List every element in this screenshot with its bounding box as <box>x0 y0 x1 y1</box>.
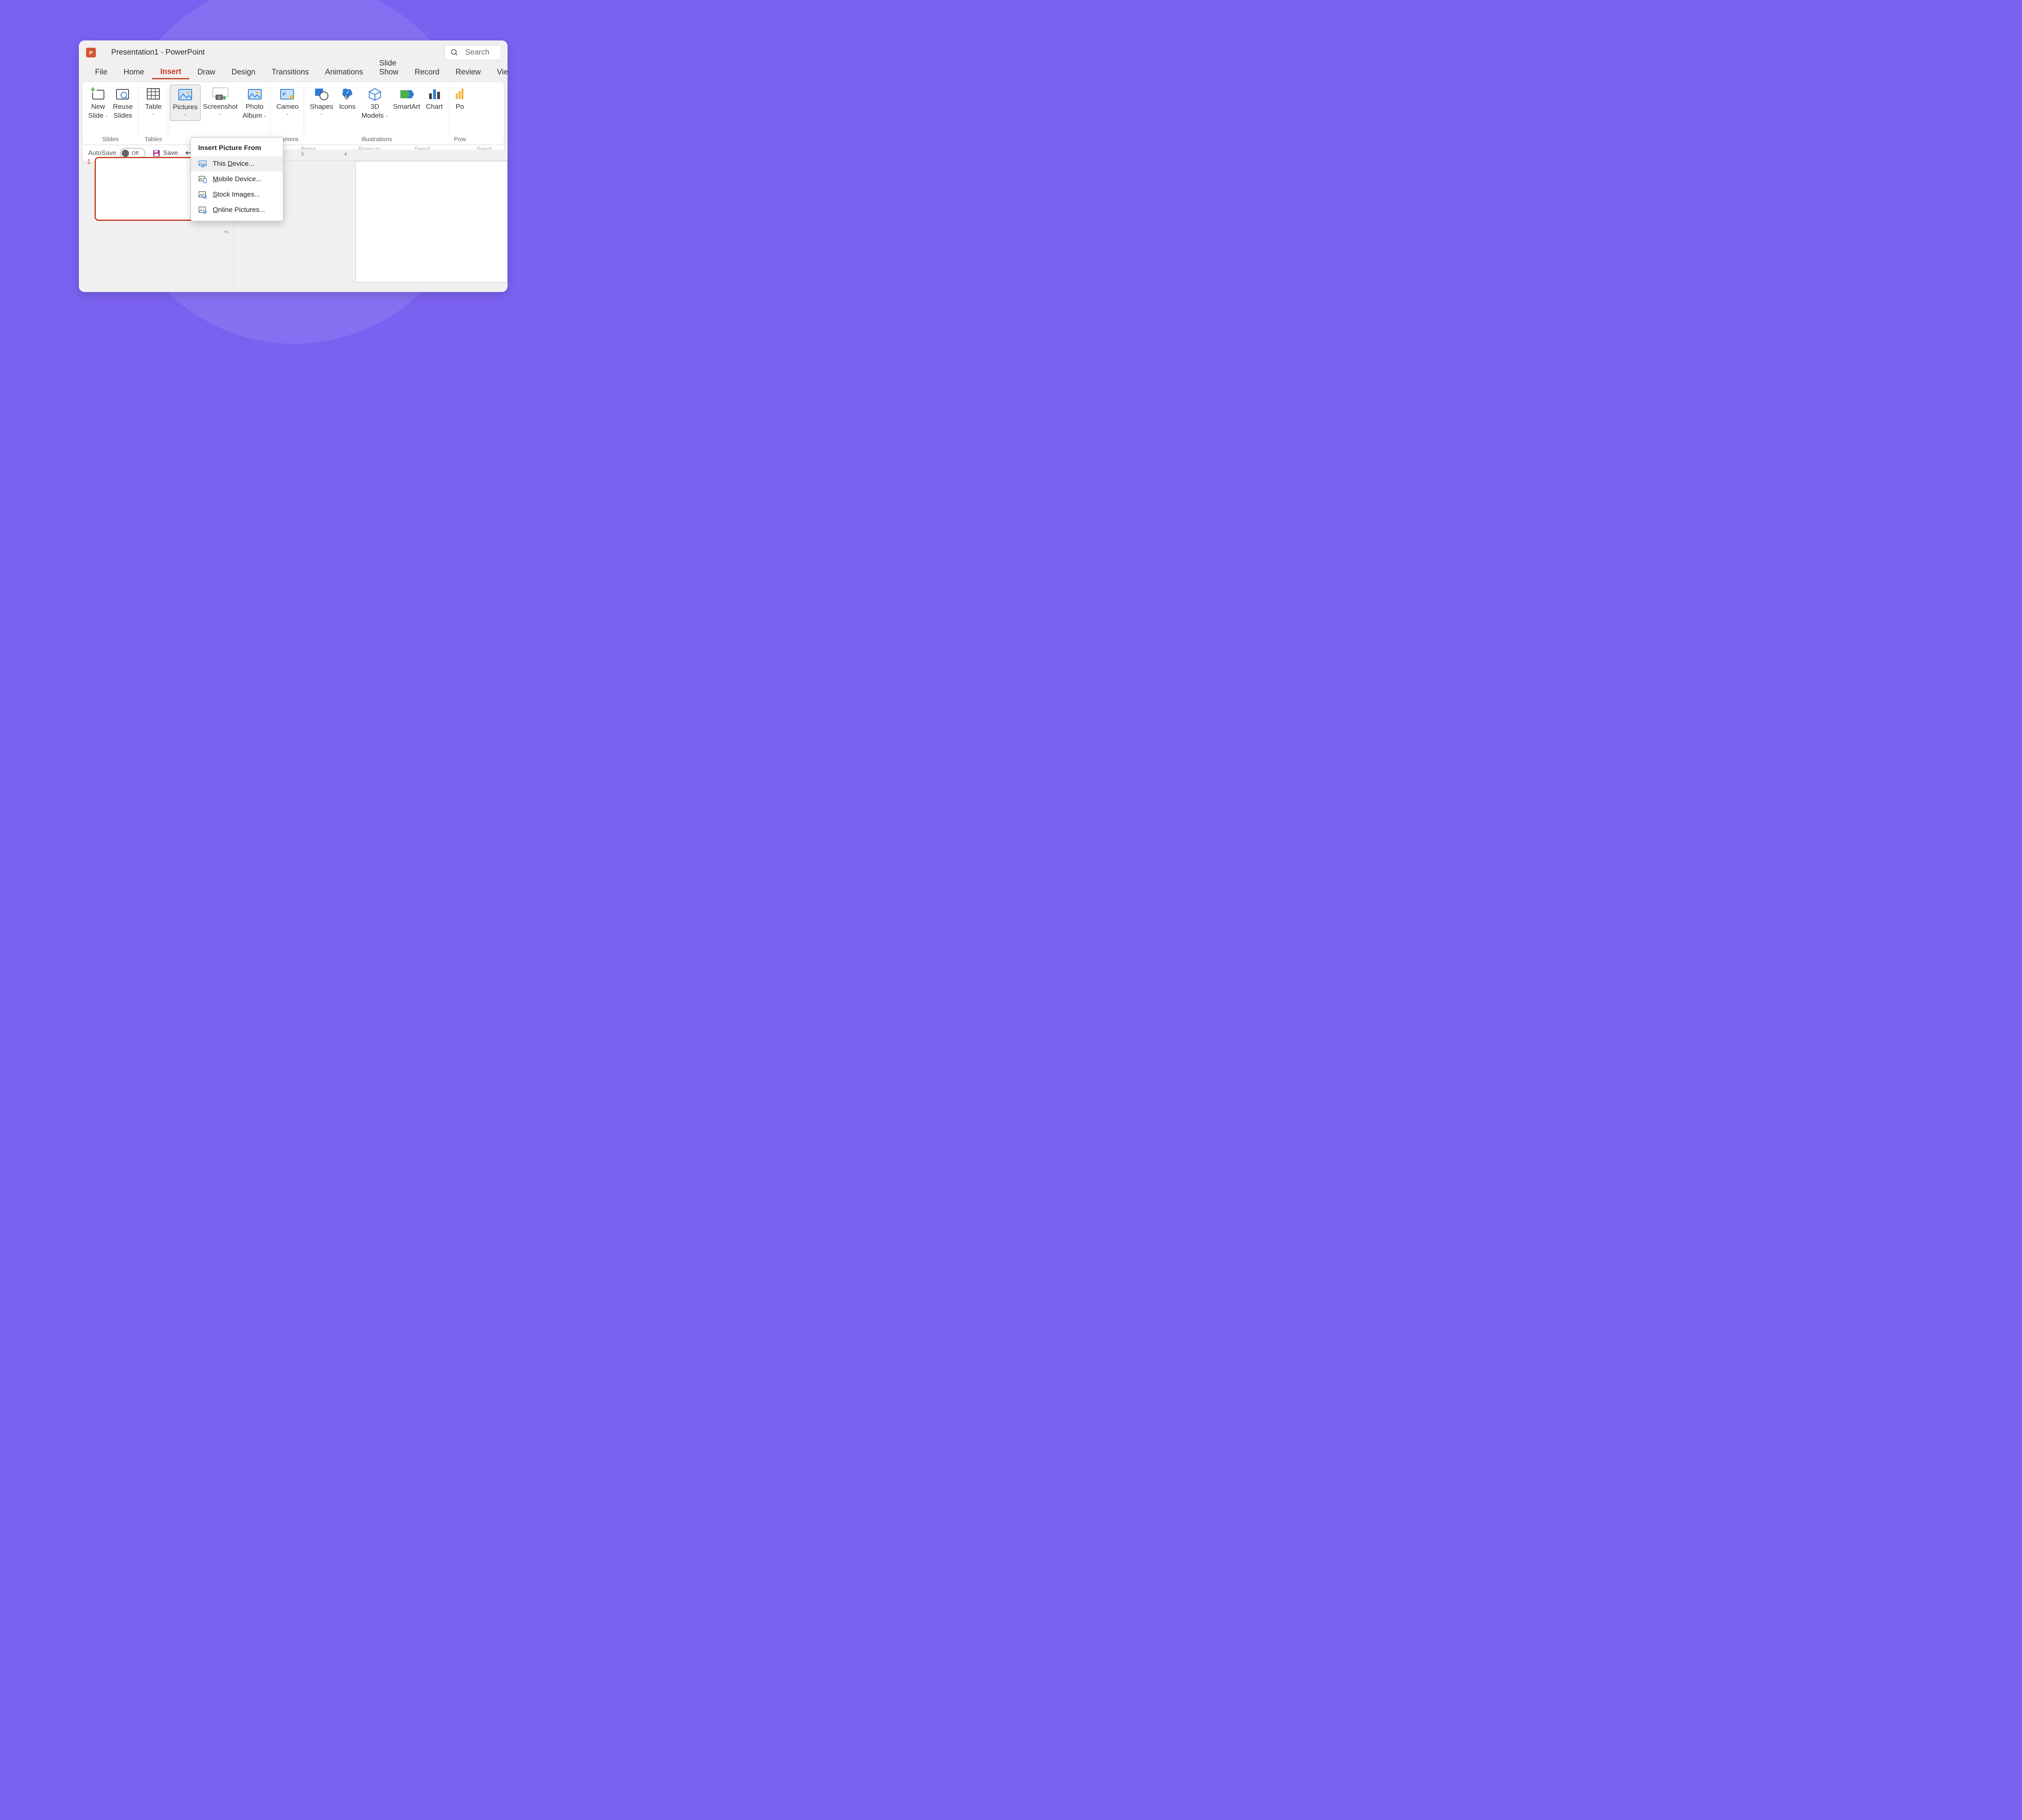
3d-models-icon <box>367 85 383 102</box>
search-placeholder: Search <box>465 48 489 57</box>
group-label-slides: Slides <box>82 136 138 143</box>
app-name: PowerPoint <box>165 48 205 57</box>
new-slide-button[interactable]: NewSlide⌄ <box>86 85 110 121</box>
workspace: 1 2 6 5 4 <box>79 150 508 292</box>
shapes-icon <box>313 85 330 102</box>
ruler-mark: 5 <box>301 151 304 157</box>
app-window: P Presentation1 - PowerPoint Search File… <box>79 40 508 292</box>
pictures-dropdown-menu: Insert Picture From This Device... Mobil… <box>190 137 283 221</box>
search-icon <box>451 49 459 57</box>
group-label-illustrations: Illustrations <box>304 136 449 143</box>
ruler-mark: 4 <box>344 151 347 157</box>
menu-item-this-device[interactable]: This Device... <box>191 156 283 171</box>
powerpoint-app-icon: P <box>86 48 96 57</box>
tab-animations[interactable]: Animations <box>317 68 371 79</box>
stock-images-icon <box>198 190 207 199</box>
pictures-button[interactable]: Pictures⌄ <box>170 85 200 121</box>
svg-text:P: P <box>283 91 286 97</box>
tab-home[interactable]: Home <box>116 68 152 79</box>
tab-record[interactable]: Record <box>406 68 447 79</box>
ribbon-group-illustrations: Shapes⌄ Icons 3DModels⌄ <box>304 82 449 144</box>
reuse-slides-button[interactable]: ReuseSlides <box>110 85 135 121</box>
dropdown-title: Insert Picture From <box>191 141 283 156</box>
group-label-power: Pow <box>449 136 470 143</box>
tab-view[interactable]: Vie <box>489 68 508 79</box>
cameo-icon: P <box>279 85 296 102</box>
title-separator: - <box>161 48 166 57</box>
table-icon <box>146 85 160 102</box>
table-button[interactable]: Table⌄ <box>142 85 165 117</box>
menu-item-stock-images[interactable]: Stock Images... <box>191 187 283 202</box>
this-device-icon <box>198 159 207 168</box>
smartart-icon <box>399 85 415 102</box>
ribbon-panel: NewSlide⌄ ReuseSlides Slides Table⌄ <box>82 82 504 145</box>
menu-item-mobile-device[interactable]: Mobile Device... <box>191 171 283 187</box>
tab-draw[interactable]: Draw <box>189 68 223 79</box>
power-bi-button[interactable]: Po <box>453 85 467 112</box>
screenshot-icon <box>212 85 229 102</box>
tab-review[interactable]: Review <box>448 68 489 79</box>
new-slide-icon <box>91 85 106 102</box>
tab-slideshow[interactable]: Slide Show <box>371 59 407 79</box>
tab-file[interactable]: File <box>87 68 116 79</box>
title-bar: P Presentation1 - PowerPoint Search <box>79 40 508 65</box>
photo-album-icon <box>247 85 263 102</box>
slide-canvas[interactable] <box>355 161 508 282</box>
screenshot-button[interactable]: Screenshot⌄ <box>201 85 240 121</box>
ribbon-group-slides: NewSlide⌄ ReuseSlides Slides <box>82 82 138 144</box>
shapes-button[interactable]: Shapes⌄ <box>307 85 336 121</box>
photo-album-button[interactable]: PhotoAlbum⌄ <box>240 85 269 121</box>
tab-insert[interactable]: Insert <box>152 68 189 79</box>
cameo-button[interactable]: P Cameo⌄ <box>274 85 301 117</box>
3d-models-button[interactable]: 3DModels⌄ <box>359 85 391 121</box>
reuse-slides-icon <box>116 85 130 102</box>
icons-button[interactable]: Icons <box>336 85 359 121</box>
tab-design[interactable]: Design <box>223 68 263 79</box>
slide-number: 1 <box>87 158 91 285</box>
tab-transitions[interactable]: Transitions <box>264 68 317 79</box>
mobile-device-icon <box>198 175 207 184</box>
online-pictures-icon <box>198 205 207 214</box>
chart-button[interactable]: Chart <box>423 85 446 121</box>
ribbon-group-camera: P Cameo⌄ Camera <box>271 82 304 144</box>
ribbon-group-power: Po Pow <box>449 82 470 144</box>
chart-icon <box>427 85 442 102</box>
ribbon-group-images: Pictures⌄ Screenshot⌄ PhotoAlbum⌄ <box>168 82 271 144</box>
ruler-tick: 2 <box>224 231 229 233</box>
ribbon-group-tables: Table⌄ Tables <box>138 82 168 144</box>
document-name: Presentation1 <box>111 48 159 57</box>
ribbon-tabs: File Home Insert Draw Design Transitions… <box>79 65 508 79</box>
pictures-icon <box>178 86 193 103</box>
smartart-button[interactable]: SmartArt <box>391 85 423 121</box>
group-label-tables: Tables <box>138 136 168 143</box>
icons-icon <box>340 85 355 102</box>
search-box[interactable]: Search <box>444 45 500 60</box>
menu-item-online-pictures[interactable]: Online Pictures... <box>191 202 283 218</box>
window-title: Presentation1 - PowerPoint <box>111 48 205 57</box>
power-bi-icon <box>455 85 465 102</box>
